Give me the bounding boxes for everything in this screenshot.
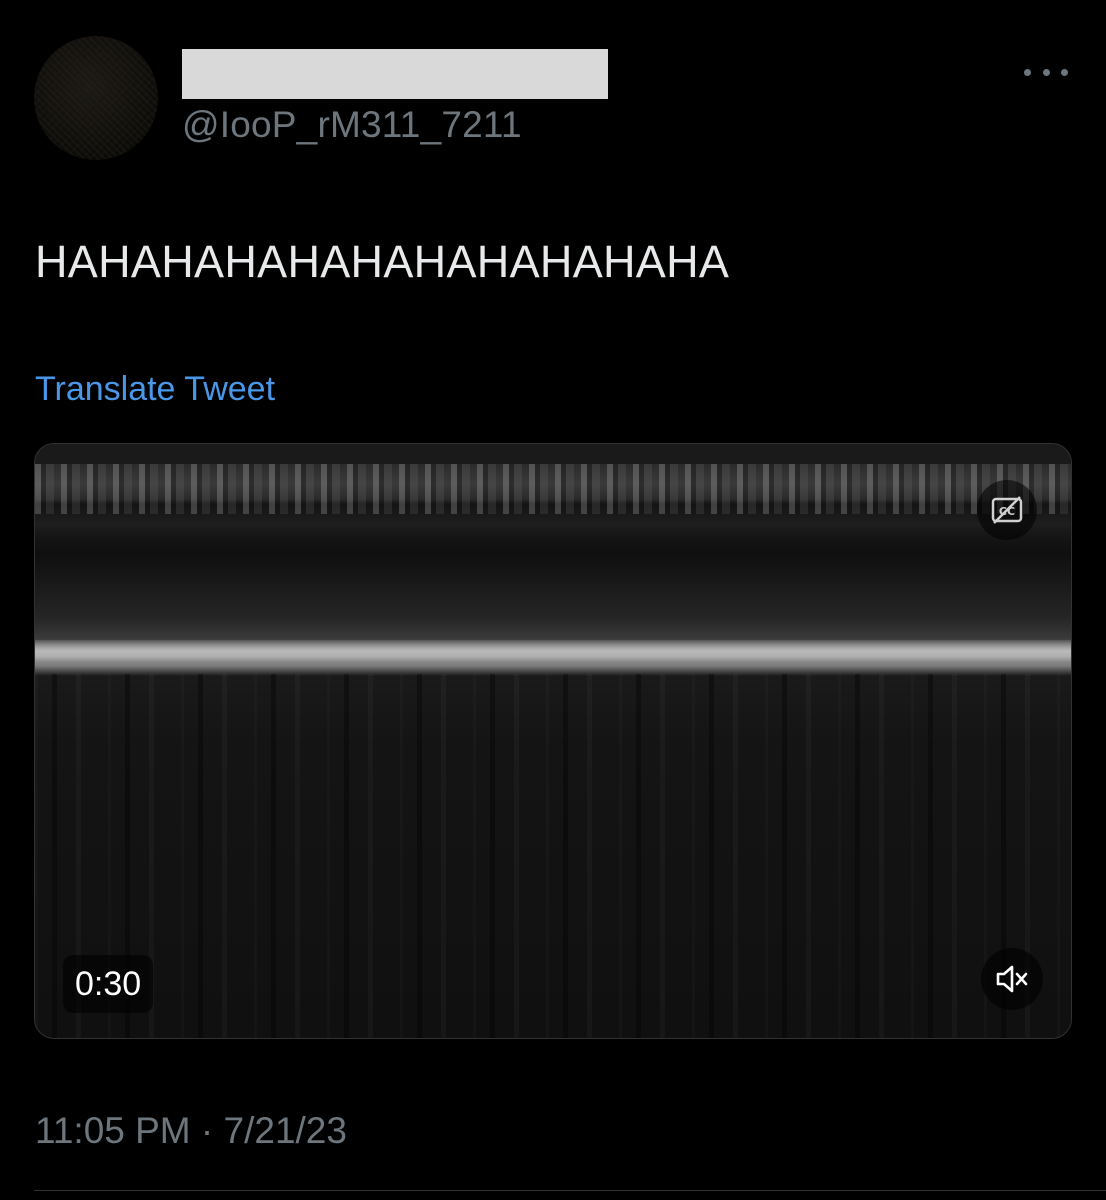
tweet-text: HAHAHAHAHAHAHAHAHAHAHA xyxy=(35,236,730,287)
tweet-timestamp[interactable]: 11:05 PM · 7/21/23 xyxy=(35,1110,347,1152)
tweet-detail: @IooP_rM311_7211 HAHAHAHAHAHAHAHAHAHAHA … xyxy=(0,0,1106,1200)
more-options-icon[interactable] xyxy=(1024,58,1068,86)
more-dot xyxy=(1042,68,1050,76)
closed-captions-off-icon: CC xyxy=(991,496,1023,524)
volume-muted-icon xyxy=(996,965,1028,993)
avatar[interactable] xyxy=(34,36,158,160)
more-dot xyxy=(1024,68,1031,76)
video-stripes xyxy=(35,674,1071,1038)
translate-tweet-link[interactable]: Translate Tweet xyxy=(35,370,275,409)
video-glitch-band xyxy=(35,464,1071,514)
video-player[interactable]: CC 0:30 xyxy=(34,443,1072,1039)
divider xyxy=(34,1190,1106,1191)
captions-button[interactable]: CC xyxy=(977,480,1037,540)
video-duration-badge: 0:30 xyxy=(63,955,154,1013)
author-handle[interactable]: @IooP_rM311_7211 xyxy=(182,104,522,146)
mute-button[interactable] xyxy=(981,948,1043,1010)
more-dot xyxy=(1061,68,1068,76)
display-name-redaction xyxy=(182,49,608,99)
video-light-bar xyxy=(35,640,1071,668)
